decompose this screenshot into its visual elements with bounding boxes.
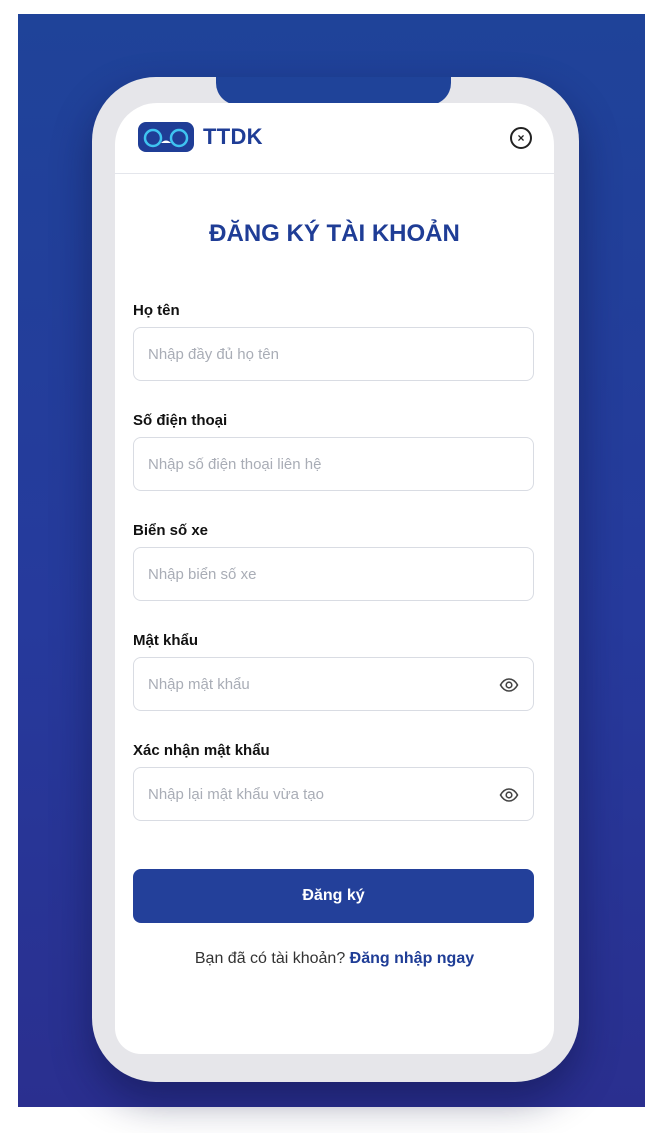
login-link[interactable]: Đăng nhập ngay (350, 950, 474, 967)
password-label: Mật khẩu (133, 632, 199, 649)
plate-field (133, 547, 534, 601)
register-button[interactable]: Đăng ký (133, 869, 534, 923)
app-header: TTDK × (115, 103, 554, 174)
login-prompt: Bạn đã có tài khoản? Đăng nhập ngay (115, 950, 554, 968)
plate-input[interactable] (134, 548, 533, 600)
page-title: ĐĂNG KÝ TÀI KHOẢN (209, 220, 460, 247)
app-logo: TTDK (137, 121, 263, 153)
confirm-password-field (133, 767, 534, 821)
eye-icon[interactable] (499, 675, 519, 695)
eye-icon[interactable] (499, 785, 519, 805)
vr-goggles-icon (138, 122, 194, 152)
full-name-label: Họ tên (133, 302, 180, 319)
password-field (133, 657, 534, 711)
password-input[interactable] (134, 658, 533, 710)
confirm-password-input[interactable] (134, 768, 533, 820)
full-name-field (133, 327, 534, 381)
phone-screen: TTDK × ĐĂNG KÝ TÀI KHOẢN Họ tên Số điện … (115, 103, 554, 1054)
phone-field (133, 437, 534, 491)
brand-name: TTDK (203, 124, 263, 149)
close-button[interactable]: × (510, 127, 532, 149)
phone-notch (216, 77, 451, 105)
close-icon: × (517, 131, 525, 145)
plate-label: Biển số xe (133, 522, 209, 539)
login-prompt-text: Bạn đã có tài khoản? (194, 950, 346, 967)
full-name-input[interactable] (134, 328, 533, 380)
phone-input[interactable] (134, 438, 533, 490)
phone-label: Số điện thoại (133, 412, 228, 429)
confirm-password-label: Xác nhận mật khẩu (133, 742, 270, 759)
